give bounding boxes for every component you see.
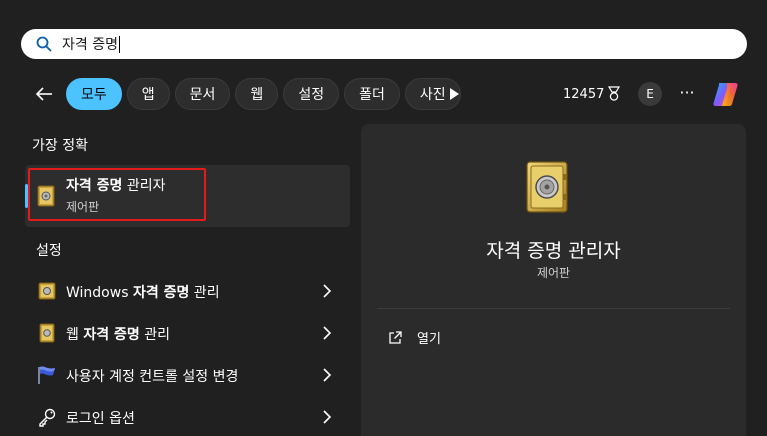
- setting-sign-in-options[interactable]: 로그인 옵션: [25, 397, 350, 436]
- filter-settings[interactable]: 설정: [283, 78, 340, 110]
- rewards-points[interactable]: 12457: [563, 86, 621, 102]
- setting-label: 웹 자격 증명 관리: [66, 327, 170, 343]
- setting-uac[interactable]: 사용자 계정 컨트롤 설정 변경: [25, 355, 350, 395]
- search-input[interactable]: 자격 증명: [62, 34, 120, 54]
- best-match-title-rest: 관리자: [122, 178, 166, 194]
- open-external-icon: [387, 330, 403, 346]
- best-match-subtitle: 제어판: [66, 200, 100, 214]
- best-match-result[interactable]: 자격 증명 관리자 제어판: [25, 165, 350, 227]
- search-query: 자격 증명: [62, 37, 118, 53]
- rewards-points-value: 12457: [563, 86, 605, 102]
- detail-subtitle: 제어판: [536, 266, 571, 280]
- more-filters-button[interactable]: [444, 84, 464, 104]
- setting-label: 사용자 계정 컨트롤 설정 변경: [66, 369, 239, 385]
- divider: [377, 308, 730, 309]
- filter-apps[interactable]: 앱: [126, 78, 170, 110]
- setting-label: Windows 자격 증명 관리: [66, 285, 220, 301]
- back-button[interactable]: [30, 80, 58, 108]
- setting-web-credentials[interactable]: 웹 자격 증명 관리: [25, 313, 350, 353]
- filter-all[interactable]: 모두: [66, 78, 122, 110]
- settings-heading: 설정: [36, 243, 62, 259]
- detail-pane: 자격 증명 관리자 제어판 열기: [361, 124, 746, 436]
- detail-title: 자격 증명 관리자: [486, 240, 621, 262]
- copilot-icon: [713, 83, 738, 106]
- uac-flag-icon: [37, 365, 57, 385]
- copilot-button[interactable]: [710, 78, 742, 110]
- start-search-window: 자격 증명 모두 앱 문서 웹 설정 폴더 사진 12457 E ··· 가장 …: [0, 0, 767, 436]
- account-avatar[interactable]: E: [638, 82, 662, 106]
- search-icon: [35, 35, 53, 53]
- open-label: 열기: [417, 332, 441, 347]
- play-icon: [450, 88, 459, 100]
- best-match-title: 자격 증명 관리자: [66, 175, 166, 195]
- filter-web[interactable]: 웹: [235, 78, 279, 110]
- filter-folders[interactable]: 폴더: [344, 78, 400, 110]
- key-icon: [37, 407, 57, 427]
- vault-icon: [37, 185, 55, 207]
- vault-icon: [525, 160, 569, 214]
- text-caret: [118, 35, 120, 53]
- back-arrow-icon: [35, 87, 52, 101]
- chevron-right-icon: [323, 284, 332, 298]
- chevron-right-icon: [323, 326, 332, 340]
- filter-pills: 모두 앱 문서 웹 설정 폴더 사진: [66, 78, 461, 110]
- best-match-title-bold: 자격 증명: [66, 178, 123, 194]
- chevron-right-icon: [323, 368, 332, 382]
- vault-icon: [37, 323, 57, 343]
- more-options-button[interactable]: ···: [676, 80, 698, 104]
- vault-icon: [37, 281, 57, 301]
- best-match-heading: 가장 정확: [32, 138, 88, 154]
- setting-windows-credentials[interactable]: Windows 자격 증명 관리: [25, 271, 350, 311]
- filter-bar: 모두 앱 문서 웹 설정 폴더 사진 12457 E ···: [0, 76, 767, 112]
- search-box[interactable]: 자격 증명: [21, 29, 747, 59]
- open-action[interactable]: 열기: [387, 328, 441, 347]
- chevron-right-icon: [323, 410, 332, 424]
- filter-documents[interactable]: 문서: [174, 78, 231, 110]
- setting-label: 로그인 옵션: [66, 411, 135, 427]
- medal-icon: [608, 86, 621, 101]
